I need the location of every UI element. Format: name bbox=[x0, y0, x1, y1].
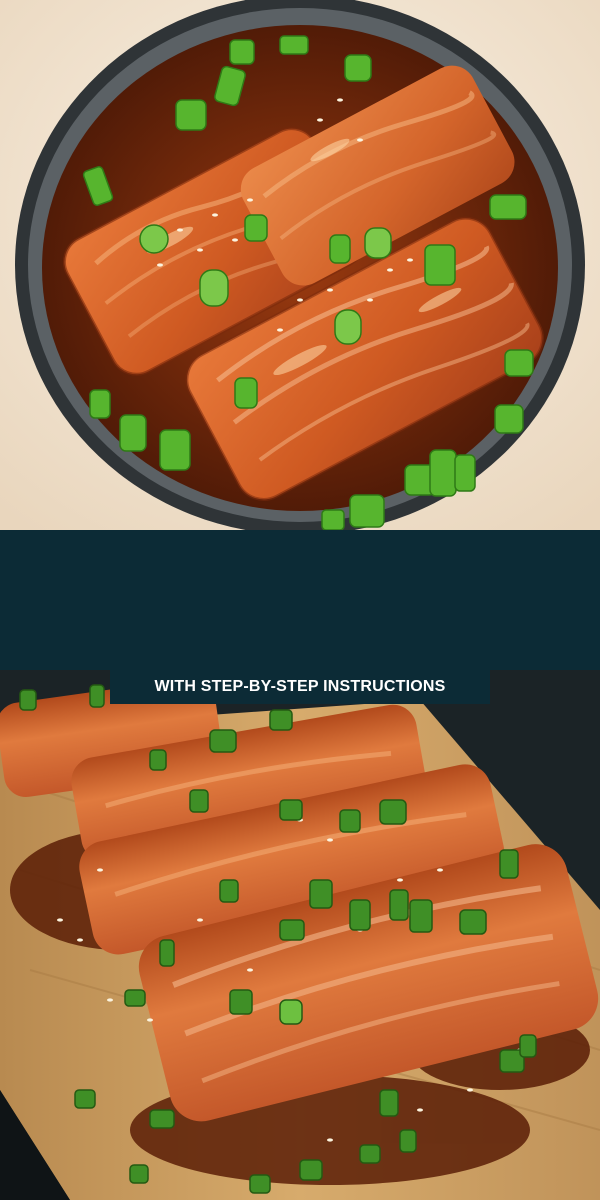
banner-text: WITH STEP-BY-STEP INSTRUCTIONS bbox=[154, 678, 446, 695]
top-photo bbox=[0, 0, 600, 530]
instructions-banner: WITH STEP-BY-STEP INSTRUCTIONS bbox=[110, 670, 490, 704]
dark-band bbox=[0, 530, 600, 670]
bottom-photo bbox=[0, 670, 600, 1200]
